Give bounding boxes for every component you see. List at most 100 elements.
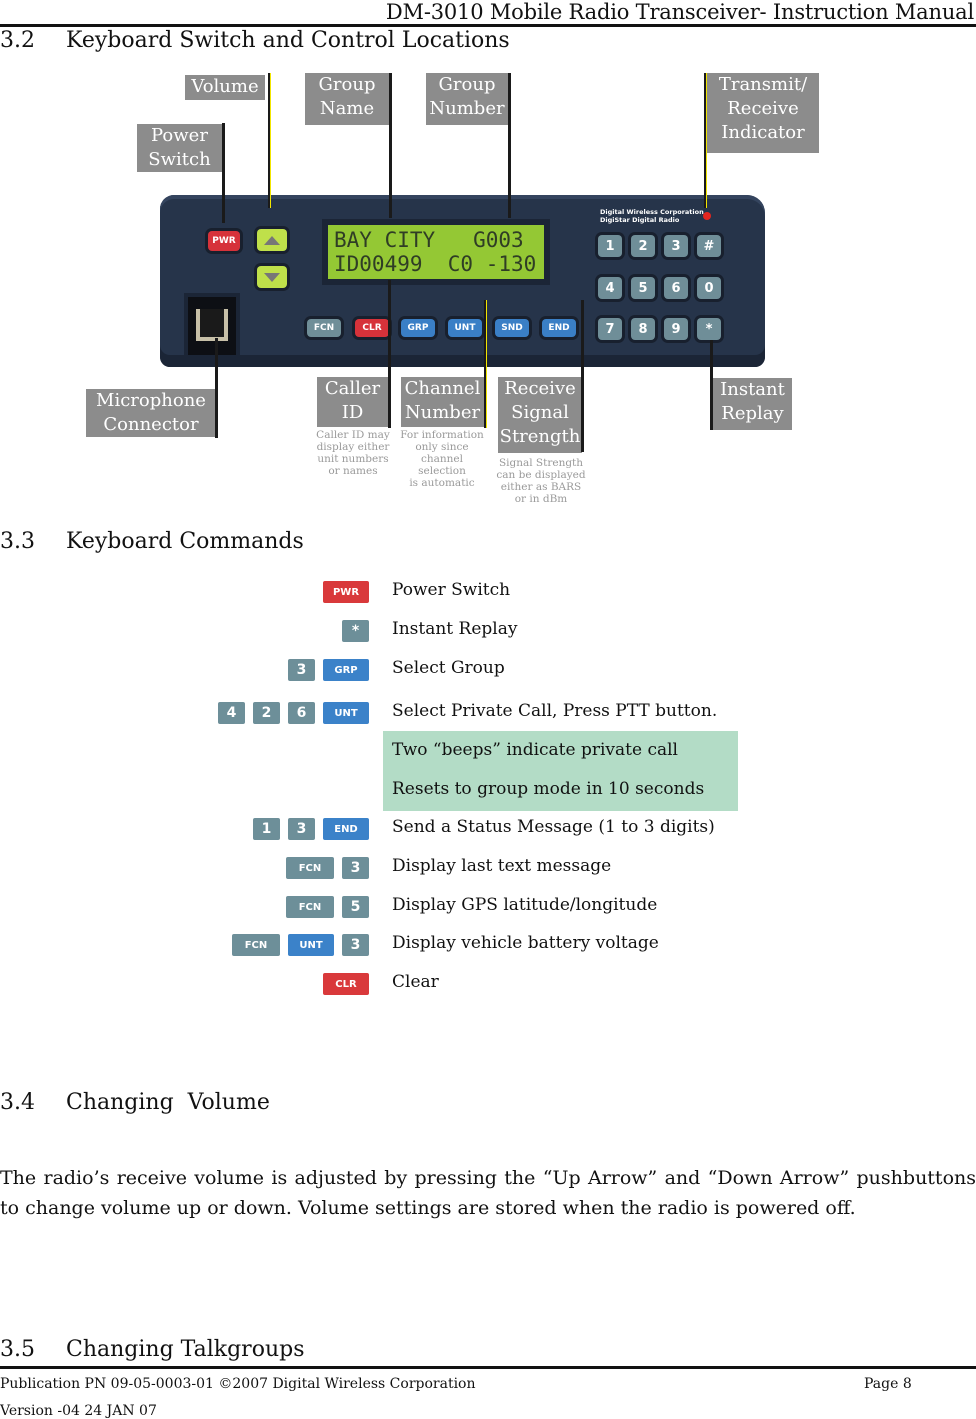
callout-channel-number: Channel Number xyxy=(401,377,484,427)
microphone-jack xyxy=(188,297,236,355)
keypad-key: 8 xyxy=(631,318,655,340)
document-header-title: DM-3010 Mobile Radio Transceiver- Instru… xyxy=(385,0,974,24)
device-key-snd: SND xyxy=(495,319,529,337)
leader-line-power xyxy=(222,123,225,223)
note-channel-number: For information only since channel selecti… xyxy=(400,429,484,489)
device-key-end: END xyxy=(542,319,576,337)
leader-line-group-number xyxy=(508,73,511,218)
triangle-up-icon xyxy=(264,235,280,245)
command-description: Display vehicle battery voltage xyxy=(392,933,659,953)
command-description: Clear xyxy=(392,972,439,992)
leader-line-tx-rx xyxy=(704,73,707,208)
command-key-2: 2 xyxy=(253,702,280,724)
header-rule xyxy=(0,24,976,27)
command-key-clr: CLR xyxy=(323,973,369,995)
section-title: Keyboard Commands xyxy=(66,529,304,554)
section-title: Keyboard Switch and Control Locations xyxy=(66,28,510,53)
keypad-key: 2 xyxy=(631,235,655,257)
section-number: 3.2 xyxy=(0,28,35,53)
brand-line-1: Digital Wireless Corporation xyxy=(600,208,704,216)
section-heading-3-2: 3.2 Keyboard Switch and Control Locations xyxy=(0,28,510,53)
command-key-unt: UNT xyxy=(288,934,334,956)
callout-tx-rx-indicator: Transmit/Receive Indicator xyxy=(707,73,819,153)
section-heading-3-4: 3.4 Changing Volume xyxy=(0,1090,270,1115)
note-signal-strength: Signal Strength can be displayed either as… xyxy=(496,457,586,505)
footer-page-number: Page 8 xyxy=(864,1376,912,1392)
command-key-3: 3 xyxy=(288,818,315,840)
triangle-down-icon xyxy=(264,272,280,282)
footer-rule xyxy=(0,1366,976,1369)
leader-line-signal xyxy=(581,300,584,452)
lcd-line-2: ID00499 C0 -130 xyxy=(334,252,537,276)
command-key-5: 5 xyxy=(342,896,369,918)
command-key-3: 3 xyxy=(342,857,369,879)
device-key-unt: UNT xyxy=(448,319,482,337)
footer-version: Version -04 24 JAN 07 xyxy=(0,1403,157,1419)
callout-volume: Volume xyxy=(185,75,265,100)
volume-up-key xyxy=(257,229,287,251)
command-key-fcn: FCN xyxy=(286,857,334,879)
command-description: Select Group xyxy=(392,658,505,678)
rj45-socket-icon xyxy=(196,309,228,341)
callout-group-name: Group Name xyxy=(305,73,389,125)
brand-line-2: DigiStar Digital Radio xyxy=(600,216,680,224)
section-number: 3.5 xyxy=(0,1337,35,1362)
command-key-fcn: FCN xyxy=(286,896,334,918)
command-key-3: 3 xyxy=(342,934,369,956)
leader-line-channel xyxy=(484,300,487,428)
callout-instant-replay: Instant Replay xyxy=(713,378,792,430)
footer-publication: Publication PN 09-05-0003-01 ©2007 Digit… xyxy=(0,1376,476,1392)
section-heading-3-3: 3.3 Keyboard Commands xyxy=(0,529,304,554)
lcd-line-1: BAY CITY G003 xyxy=(334,228,524,252)
keypad-key: * xyxy=(697,318,721,340)
command-key-pwr: PWR xyxy=(323,581,369,603)
keypad-key: # xyxy=(697,235,721,257)
leader-line-instant-replay xyxy=(710,340,713,430)
tx-rx-led xyxy=(703,212,711,220)
command-key-4: 4 xyxy=(218,702,245,724)
command-key-end: END xyxy=(323,818,369,840)
private-call-note-2: Resets to group mode in 10 seconds xyxy=(392,779,705,799)
command-key-6: 6 xyxy=(288,702,315,724)
keypad-key: 9 xyxy=(664,318,688,340)
brand-label: Digital Wireless Corporation DigiStar Dig… xyxy=(600,208,710,224)
note-caller-id: Caller ID may display either unit numbers o… xyxy=(316,429,390,477)
callout-microphone-connector: Microphone Connector xyxy=(86,389,216,437)
command-description: Display GPS latitude/longitude xyxy=(392,895,658,915)
device-key-fcn: FCN xyxy=(307,319,341,337)
callout-group-number: Group Number xyxy=(426,73,508,125)
lcd-display: BAY CITY G003 ID00499 C0 -130 xyxy=(328,225,544,279)
volume-paragraph: The radio’s receive volume is adjusted b… xyxy=(0,1167,976,1219)
section-heading-3-5: 3.5 Changing Talkgroups xyxy=(0,1337,305,1362)
private-call-note-1: Two “beeps” indicate private call xyxy=(392,740,678,760)
keypad-key: 5 xyxy=(631,277,655,299)
volume-down-key xyxy=(257,266,287,288)
command-description: Send a Status Message (1 to 3 digits) xyxy=(392,817,715,837)
keypad-key: 0 xyxy=(697,277,721,299)
keypad-key: 7 xyxy=(598,318,622,340)
command-description: Select Private Call, Press PTT button. xyxy=(392,701,718,721)
leader-line-caller-id xyxy=(388,280,391,428)
leader-line-microphone xyxy=(215,338,218,438)
leader-line-volume xyxy=(268,73,271,208)
leader-line-group-name xyxy=(389,73,392,218)
device-key-grp: GRP xyxy=(401,319,435,337)
command-description: Instant Replay xyxy=(392,619,518,639)
callout-caller-id: Caller ID xyxy=(317,377,388,427)
command-key-unt: UNT xyxy=(323,702,369,724)
section-title: Changing Volume xyxy=(66,1090,270,1115)
command-key-fcn: FCN xyxy=(232,934,280,956)
section-number: 3.3 xyxy=(0,529,35,554)
callout-power-switch: Power Switch xyxy=(137,124,222,172)
command-key-3: 3 xyxy=(288,659,315,681)
keypad-key: 3 xyxy=(664,235,688,257)
section-title: Changing Talkgroups xyxy=(66,1337,305,1362)
section-number: 3.4 xyxy=(0,1090,35,1115)
command-description: Display last text message xyxy=(392,856,612,876)
keypad-key: 4 xyxy=(598,277,622,299)
keypad-key: 1 xyxy=(598,235,622,257)
power-key: PWR xyxy=(208,231,240,251)
command-key-grp: GRP xyxy=(323,659,369,681)
command-key-star: * xyxy=(342,620,369,642)
command-key-1: 1 xyxy=(253,818,280,840)
